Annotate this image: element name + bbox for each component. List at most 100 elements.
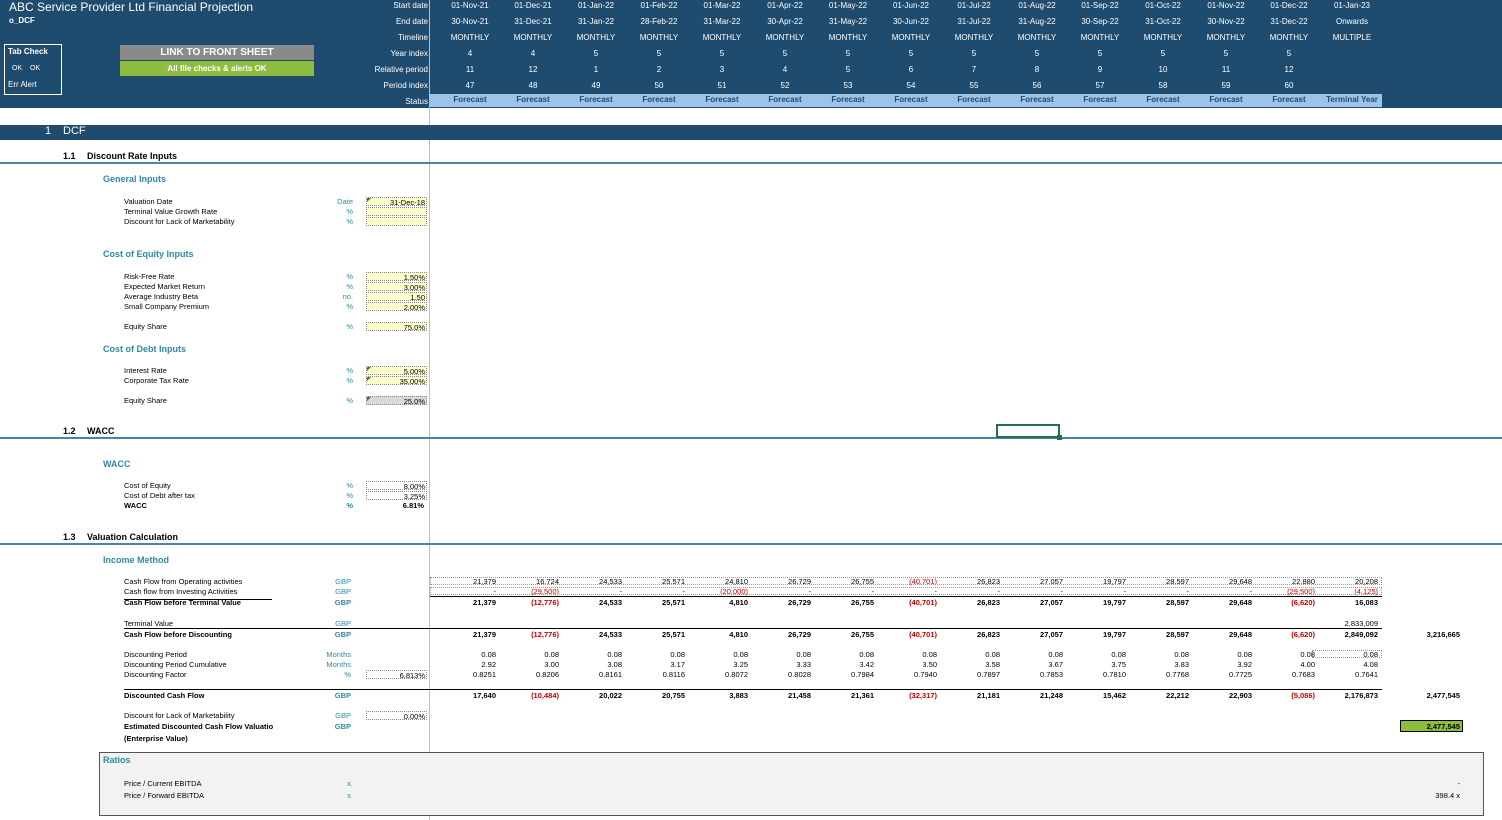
income-cell: 0.08 xyxy=(1237,650,1252,659)
subsection-1-3-title: Valuation Calculation xyxy=(87,532,179,542)
link-to-front-sheet-button[interactable]: LINK TO FRONT SHEET xyxy=(120,45,314,60)
cost-of-equity-unit: % xyxy=(346,481,353,490)
tax-rate-label: Corporate Tax Rate xyxy=(124,376,189,385)
header-start-cell: 01-Nov-21 xyxy=(451,1,489,10)
row-separator xyxy=(430,596,1382,597)
status-cell: Forecast xyxy=(1020,95,1054,104)
ratios-panel xyxy=(99,752,1484,816)
header-period-cell: 51 xyxy=(717,81,727,90)
small-company-premium-input[interactable]: 2.00% xyxy=(366,302,427,312)
status-cell: Forecast xyxy=(453,95,487,104)
error-alert-label: Err Alert xyxy=(8,80,37,89)
income-cell: 21,181 xyxy=(977,691,1000,700)
header-year-cell: 5 xyxy=(782,49,788,58)
income-row-label: Cash Flow before Discounting xyxy=(124,630,232,639)
income-cell: 19,797 xyxy=(1103,598,1126,607)
header-year-cell: 5 xyxy=(1160,49,1166,58)
status-cell: Forecast xyxy=(831,95,865,104)
income-cell: 3.92 xyxy=(1237,660,1252,669)
dlom-calc-label: Discount for Lack of Marketability xyxy=(124,711,235,720)
income-cell: 0.08 xyxy=(733,650,748,659)
header-timeline-cell: MONTHLY xyxy=(576,33,616,42)
header-year-cell: 5 xyxy=(656,49,662,58)
tax-rate-input[interactable]: 35.00% xyxy=(366,376,427,386)
header-end-cell: 30-Nov-22 xyxy=(1207,17,1245,26)
header-timeline-cell: MONTHLY xyxy=(450,33,490,42)
income-cell: 0.7853 xyxy=(1040,670,1063,679)
income-cell: 4,810 xyxy=(729,630,748,639)
income-cell: 21,248 xyxy=(1040,691,1063,700)
income-cell: 0.7984 xyxy=(851,670,874,679)
income-cell: 0.08 xyxy=(544,650,559,659)
header-start-cell: 01-Apr-22 xyxy=(767,1,803,10)
debt-equity-share-label: Equity Share xyxy=(124,396,167,405)
income-row-unit: GBP xyxy=(334,630,351,639)
income-row-label: Cash Flow from Operating activities xyxy=(124,577,243,586)
wacc-group-title: WACC xyxy=(103,459,131,469)
income-cell: 0.08 xyxy=(796,650,811,659)
header-end-cell: 30-Sep-22 xyxy=(1081,17,1119,26)
wacc-unit: % xyxy=(346,501,353,510)
dlom-calc-unit: GBP xyxy=(335,711,351,720)
income-cell: 25,571 xyxy=(662,630,685,639)
header-start-cell: 01-Oct-22 xyxy=(1145,1,1181,10)
income-cell: 0.08 xyxy=(670,650,685,659)
edcf-label-2: (Enterprise Value) xyxy=(124,734,188,743)
header-start-cell: 01-Jan-22 xyxy=(577,1,615,10)
dlom-input[interactable] xyxy=(366,217,427,226)
valuation-date-input[interactable]: 31-Dec-18 xyxy=(366,197,427,207)
income-cell: 27,057 xyxy=(1040,598,1063,607)
income-cell: 3.83 xyxy=(1174,660,1189,669)
header-timeline-cell: MULTIPLE xyxy=(1332,33,1372,42)
income-cell: (6,620) xyxy=(1291,598,1315,607)
header-rel-cell: 6 xyxy=(908,65,914,74)
risk-free-rate-input[interactable]: 1.50% xyxy=(366,272,427,282)
selected-cell[interactable] xyxy=(996,424,1062,440)
price-forward-ebitda-unit: x. xyxy=(347,791,353,800)
section-number: 1 xyxy=(45,125,52,137)
interest-rate-input[interactable]: 5.00% xyxy=(366,366,427,376)
income-cell: 0.8206 xyxy=(536,670,559,679)
header-end-cell: 30-Jun-22 xyxy=(892,17,930,26)
header-rel-cell: 2 xyxy=(656,65,662,74)
header-end-cell: 31-Mar-22 xyxy=(703,17,741,26)
income-cell: 26,729 xyxy=(788,598,811,607)
income-cell: (10,484) xyxy=(531,691,559,700)
cost-of-debt-title: Cost of Debt Inputs xyxy=(103,344,186,354)
price-forward-ebitda-value: 398.4 x xyxy=(1435,791,1460,800)
tv-growth-unit: % xyxy=(346,207,353,216)
market-return-label: Expected Market Return xyxy=(124,282,205,291)
section-dcf-bar: 1 DCF xyxy=(0,125,1502,140)
tab-check-label: Tab Check xyxy=(8,47,48,56)
header-year-cell: 5 xyxy=(908,49,914,58)
tv-growth-input[interactable] xyxy=(366,207,427,216)
status-cell: Forecast xyxy=(1146,95,1180,104)
market-return-input[interactable]: 3.00% xyxy=(366,282,427,292)
header-period-cell: 53 xyxy=(843,81,853,90)
header-row-label-status: Status xyxy=(405,97,428,106)
input-row-box xyxy=(430,587,1382,595)
status-cell: Terminal Year xyxy=(1326,95,1378,104)
header-period-cell: 59 xyxy=(1221,81,1231,90)
income-cell: 0.08 xyxy=(1111,650,1126,659)
header-end-cell: 30-Nov-21 xyxy=(451,17,489,26)
cost-of-debt-label: Cost of Debt after tax xyxy=(124,491,195,500)
income-row-unit: GBP xyxy=(334,598,351,607)
income-cell: 25,571 xyxy=(662,598,685,607)
edcf-unit: GBP xyxy=(334,722,351,731)
header-period-cell: 57 xyxy=(1095,81,1105,90)
income-row-unit: Months xyxy=(326,650,351,659)
discount-rate-value: 6.813% xyxy=(366,670,427,680)
income-cell: 0.8161 xyxy=(599,670,622,679)
beta-input[interactable]: 1.50 xyxy=(366,292,427,302)
header-row-label-end: End date xyxy=(395,17,428,26)
header-rel-cell: 1 xyxy=(593,65,599,74)
income-cell: 0.7810 xyxy=(1103,670,1126,679)
small-company-premium-label: Small Company Premium xyxy=(124,302,210,311)
income-cell: 0.7683 xyxy=(1292,670,1315,679)
header-year-cell: 5 xyxy=(593,49,599,58)
dlom-calc-value: 0.00% xyxy=(366,711,427,721)
equity-share-input[interactable]: 75.0% xyxy=(366,322,427,332)
header-rel-cell: 12 xyxy=(1284,65,1294,74)
dlom-label: Discount for Lack of Marketability xyxy=(124,217,235,226)
